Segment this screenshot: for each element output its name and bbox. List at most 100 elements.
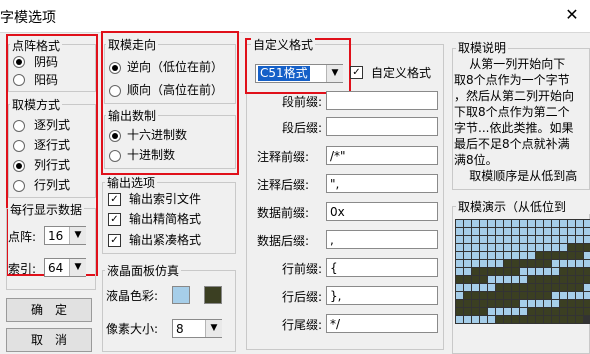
checkbox-compact-format[interactable]: ✓ — [108, 213, 121, 226]
lcd-pixel — [488, 268, 495, 275]
lcd-pixel — [584, 228, 590, 235]
hex-label: 十六进制数 — [127, 128, 188, 142]
checkbox-dense-format[interactable]: ✓ — [108, 234, 121, 247]
lcd-pixel — [576, 260, 583, 267]
cancel-button[interactable]: 取 消 — [6, 328, 92, 352]
data-suffix-input[interactable]: , — [326, 230, 438, 249]
lcd-pixel — [520, 308, 527, 315]
yangma-label: 阳码 — [34, 73, 59, 87]
chevron-down-icon[interactable]: ▼ — [69, 259, 86, 276]
lcd-pixel — [536, 228, 543, 235]
line-prefix-input[interactable]: { — [326, 258, 438, 277]
index-count-label: 索引: — [8, 262, 37, 276]
lcd-dark-swatch[interactable] — [204, 286, 222, 304]
segment-prefix-label: 段前缀: — [282, 95, 323, 109]
lcd-pixel — [568, 220, 575, 227]
lcd-pixel — [576, 236, 583, 243]
lcd-label: 液晶面板仿真 — [105, 264, 182, 278]
lcd-pixel — [488, 244, 495, 251]
lcd-pixel — [472, 228, 479, 235]
lcd-pixel — [576, 316, 583, 323]
line-end-input[interactable]: */ — [326, 314, 438, 333]
lcd-pixel — [520, 220, 527, 227]
chevron-down-icon[interactable]: ▼ — [69, 227, 86, 244]
lcd-pixel — [584, 220, 590, 227]
radio-hex[interactable] — [109, 130, 121, 142]
segment-prefix-input[interactable] — [326, 91, 438, 110]
lcd-pixel — [520, 276, 527, 283]
segment-suffix-label: 段后缀: — [282, 121, 323, 135]
lcd-pixel — [520, 316, 527, 323]
lcd-pixel — [488, 228, 495, 235]
lcd-pixel — [464, 236, 471, 243]
lcd-pixel — [528, 236, 535, 243]
lcd-pixel — [544, 220, 551, 227]
per-line-group — [6, 208, 96, 290]
lcd-pixel — [568, 260, 575, 267]
format-selected-value: C51格式 — [258, 66, 310, 81]
lcd-pixel — [488, 276, 495, 283]
desc-text: 从第一列开始向下 取8个点作为一个字节 ，然后从第二列开始向 下取8个点作为第二… — [454, 57, 578, 183]
data-prefix-input[interactable]: 0x — [326, 202, 438, 221]
lcd-pixel — [536, 316, 543, 323]
lcd-pixel — [560, 276, 567, 283]
format-select[interactable]: C51格式 ▼ — [255, 64, 343, 83]
lcd-pixel — [488, 252, 495, 259]
chevron-down-icon[interactable]: ▼ — [205, 320, 222, 337]
radio-column[interactable] — [13, 120, 25, 132]
comment-prefix-input[interactable]: /*" — [326, 146, 438, 165]
lcd-pixel — [504, 228, 511, 235]
lcd-pixel — [504, 300, 511, 307]
lcd-pixel — [480, 308, 487, 315]
lcd-pixel — [472, 260, 479, 267]
lcd-pixel — [560, 252, 567, 259]
lcd-pixel — [504, 220, 511, 227]
lcd-pixel — [520, 228, 527, 235]
lcd-pixel — [552, 244, 559, 251]
lcd-pixel — [472, 308, 479, 315]
lcd-pixel — [472, 220, 479, 227]
lcd-pixel — [504, 268, 511, 275]
lcd-pixel — [544, 316, 551, 323]
lcd-pixel — [472, 236, 479, 243]
lcd-pixel — [584, 292, 590, 299]
lcd-pixel — [512, 252, 519, 259]
lcd-pixel — [520, 260, 527, 267]
lcd-pixel — [496, 236, 503, 243]
lcd-pixel — [456, 308, 463, 315]
ok-button[interactable]: 确 定 — [6, 298, 92, 322]
lcd-pixel — [560, 292, 567, 299]
number-base-label: 输出数制 — [106, 109, 159, 123]
lcd-pixel — [456, 244, 463, 251]
lcd-pixel — [536, 276, 543, 283]
radio-forward[interactable] — [109, 85, 121, 97]
radio-yangma[interactable] — [13, 74, 25, 86]
lcd-pixel — [536, 260, 543, 267]
lcd-light-swatch[interactable] — [172, 286, 190, 304]
comment-prefix-label: 注释前缀: — [257, 150, 310, 164]
lcd-pixel — [488, 308, 495, 315]
lcd-pixel — [584, 276, 590, 283]
radio-row[interactable] — [13, 140, 25, 152]
lcd-pixel — [552, 268, 559, 275]
lcd-pixel — [584, 260, 590, 267]
radio-reverse[interactable] — [109, 62, 121, 74]
comment-suffix-input[interactable]: ", — [326, 174, 438, 193]
chevron-down-icon[interactable]: ▼ — [326, 65, 343, 82]
lcd-pixel — [520, 300, 527, 307]
lcd-pixel — [560, 300, 567, 307]
radio-column-row[interactable] — [13, 160, 25, 172]
lcd-pixel — [472, 276, 479, 283]
radio-yinma[interactable] — [13, 56, 25, 68]
radio-row-column[interactable] — [13, 180, 25, 192]
checkbox-index-file[interactable]: ✓ — [108, 193, 121, 206]
lcd-pixel — [568, 292, 575, 299]
radio-decimal[interactable] — [109, 150, 121, 162]
segment-suffix-input[interactable] — [326, 117, 438, 136]
line-suffix-input[interactable]: }, — [326, 286, 438, 305]
lcd-pixel — [576, 284, 583, 291]
checkbox-custom-format[interactable]: ✓ — [350, 66, 363, 79]
lcd-pixel — [568, 316, 575, 323]
close-icon[interactable]: ✕ — [560, 3, 584, 27]
lcd-pixel — [472, 316, 479, 323]
